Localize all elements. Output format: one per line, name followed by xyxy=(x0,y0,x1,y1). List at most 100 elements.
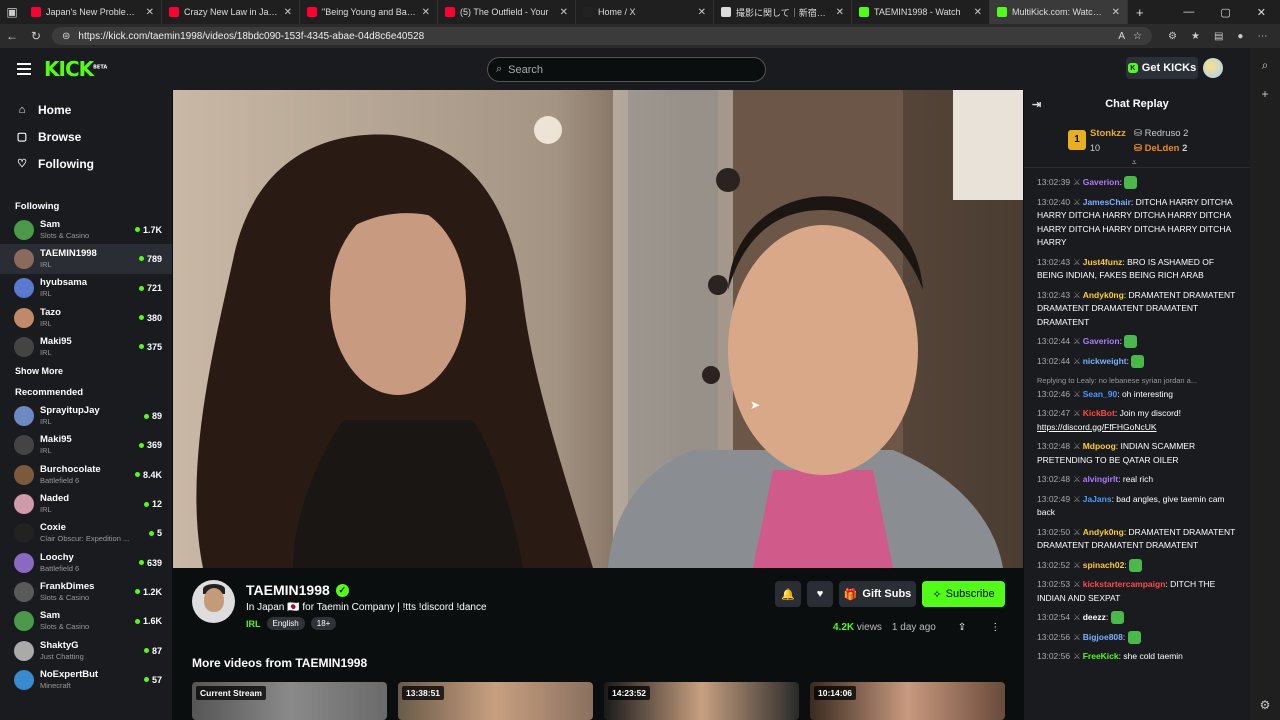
browser-tab[interactable]: MultiKick.com: Watch Mult ✕ xyxy=(990,0,1128,24)
menu-icon[interactable] xyxy=(17,63,31,75)
minimize-icon[interactable]: — xyxy=(1183,6,1194,19)
get-kicks-button[interactable]: K Get KICKs xyxy=(1126,57,1198,79)
chat-username[interactable]: Mdpoog xyxy=(1083,441,1116,451)
video-thumbnail[interactable]: 14:23:52 xyxy=(604,682,799,720)
chat-username[interactable]: FreeKick xyxy=(1083,651,1119,661)
browser-tab[interactable]: Crazy New Law in Japan to ✕ xyxy=(162,0,300,24)
sidebar-channel[interactable]: Naded IRL 12 xyxy=(0,489,172,518)
chat-username[interactable]: Gaverion xyxy=(1083,177,1120,187)
add-sidebar-icon[interactable]: + xyxy=(1261,87,1268,101)
sidebar-channel[interactable]: Loochy Battlefield 6 639 xyxy=(0,548,172,577)
close-tab-icon[interactable]: ✕ xyxy=(836,7,844,18)
back-icon[interactable]: ← xyxy=(0,29,24,43)
sidebar-channel[interactable]: hyubsama IRL 721 xyxy=(0,274,172,303)
reload-icon[interactable]: ↻ xyxy=(24,29,48,43)
chat-username[interactable]: Gaverion xyxy=(1083,336,1120,346)
video-thumbnail[interactable]: 13:38:51 xyxy=(398,682,593,720)
chat-username[interactable]: Andyk0ng xyxy=(1083,527,1124,537)
subscribe-button[interactable]: ✧ Subscribe xyxy=(922,581,1005,607)
browser-tab[interactable]: 撮影に関して｜新宿ゴールデン ✕ xyxy=(714,0,852,24)
chat-username[interactable]: Andyk0ng xyxy=(1083,290,1124,300)
chat-username[interactable]: Sean_90 xyxy=(1083,389,1118,399)
sidebar-channel[interactable]: SprayitupJay IRL 89 xyxy=(0,401,172,430)
sidebar-channel[interactable]: FrankDimes Slots & Casino 1.2K xyxy=(0,577,172,606)
sidebar-channel[interactable]: NoExpertBut Minecraft 57 xyxy=(0,665,172,694)
runner-up-name[interactable]: Redruso xyxy=(1145,128,1181,139)
category-link[interactable]: IRL xyxy=(246,619,261,629)
new-tab-button[interactable]: + xyxy=(1128,5,1152,20)
streamer-avatar[interactable] xyxy=(192,580,235,623)
chat-username[interactable]: nickweight xyxy=(1083,356,1127,366)
sidebar-channel[interactable]: ShaktyG Just Chatting 87 xyxy=(0,636,172,665)
close-tab-icon[interactable]: ✕ xyxy=(698,7,706,18)
video-player[interactable]: ➤ xyxy=(173,90,1023,568)
chat-username[interactable]: deezz xyxy=(1083,612,1106,622)
close-window-icon[interactable]: ✕ xyxy=(1257,6,1266,19)
chat-username[interactable]: KickBot xyxy=(1083,408,1115,418)
favorite-star-icon[interactable]: ☆ xyxy=(1133,31,1142,42)
close-tab-icon[interactable]: ✕ xyxy=(560,7,568,18)
tab-actions-icon[interactable]: ▣ xyxy=(0,5,24,19)
settings-icon[interactable]: ⚙ xyxy=(1260,698,1271,712)
sidebar-channel[interactable]: Sam Slots & Casino 1.6K xyxy=(0,607,172,636)
nav-item-home[interactable]: ⌂ Home xyxy=(0,96,172,123)
chat-username[interactable]: Bigjoe808 xyxy=(1083,632,1123,642)
video-thumbnail[interactable]: 10:14:06 xyxy=(810,682,1005,720)
read-aloud-icon[interactable]: A xyxy=(1118,31,1125,42)
search-input[interactable]: ⌕ Search xyxy=(487,57,766,82)
sidebar-channel[interactable]: Maki95 IRL 369 xyxy=(0,431,172,460)
kick-logo[interactable]: KICKBETA xyxy=(44,57,107,81)
browser-tab[interactable]: TAEMIN1998 - Watch ✕ xyxy=(852,0,990,24)
chat-username[interactable]: kickstartercampaign xyxy=(1083,579,1166,589)
video-thumbnail[interactable]: Current Stream xyxy=(192,682,387,720)
close-tab-icon[interactable]: ✕ xyxy=(284,7,292,18)
close-tab-icon[interactable]: ✕ xyxy=(146,7,154,18)
maximize-icon[interactable]: ▢ xyxy=(1220,6,1230,19)
browser-tab[interactable]: Japan's New Problem: Zom ✕ xyxy=(24,0,162,24)
collections-icon[interactable]: ▤ xyxy=(1214,31,1223,42)
close-tab-icon[interactable]: ✕ xyxy=(1112,7,1120,18)
sidebar-channel[interactable]: TAEMIN1998 IRL 789 xyxy=(0,244,172,274)
chat-username[interactable]: JamesChair xyxy=(1083,197,1131,207)
browser-tab[interactable]: "Being Young and Based in ✕ xyxy=(300,0,438,24)
discord-link[interactable]: https://discord.gg/FfFHGoNcUK xyxy=(1037,422,1157,432)
profile-icon[interactable]: ● xyxy=(1237,31,1243,42)
close-tab-icon[interactable]: ✕ xyxy=(974,7,982,18)
nav-item-browse[interactable]: ▢ Browse xyxy=(0,123,172,150)
url-field[interactable]: ⊜ https://kick.com/taemin1998/videos/18b… xyxy=(52,27,1152,45)
browser-tab[interactable]: Home / X ✕ xyxy=(576,0,714,24)
sidebar-channel[interactable]: Burchocolate Battlefield 6 8.4K xyxy=(0,460,172,489)
sidebar-channel[interactable]: Coxie Clair Obscur: Expedition ... 5 xyxy=(0,519,172,548)
show-more-button[interactable]: Show More xyxy=(0,361,172,381)
favorites-icon[interactable]: ★ xyxy=(1191,31,1200,42)
sidebar-channel[interactable]: Maki95 IRL 375 xyxy=(0,332,172,361)
streamer-name[interactable]: TAEMIN1998 xyxy=(246,582,330,598)
close-tab-icon[interactable]: ✕ xyxy=(422,7,430,18)
gift-subs-button[interactable]: 🎁 Gift Subs xyxy=(839,581,916,607)
browser-tab[interactable]: (5) The Outfield - Your ✕ xyxy=(438,0,576,24)
emote-icon xyxy=(1131,354,1145,368)
message-time: 13:02:43 xyxy=(1037,256,1071,267)
chat-username[interactable]: Just4funz xyxy=(1083,257,1123,267)
third-name[interactable]: DeLden xyxy=(1145,143,1180,154)
search-sidebar-icon[interactable]: ⌕ xyxy=(1262,58,1269,73)
kebab-menu-icon[interactable]: ⋮ xyxy=(990,622,1000,633)
user-avatar[interactable] xyxy=(1203,58,1223,78)
chat-username[interactable]: alvingirlt xyxy=(1083,474,1118,484)
notification-bell-icon[interactable]: 🔔 xyxy=(775,581,801,607)
sidebar-channel[interactable]: Sam Slots & Casino 1.7K xyxy=(0,215,172,244)
chat-username[interactable]: spinach02 xyxy=(1083,560,1125,570)
more-icon[interactable]: ⋯ xyxy=(1257,31,1267,42)
nav-item-following[interactable]: ♡ Following xyxy=(0,150,172,177)
extensions-icon[interactable]: ⚙ xyxy=(1168,31,1177,42)
chat-username[interactable]: JaJans xyxy=(1083,494,1112,504)
leader-name[interactable]: Stonkzz xyxy=(1090,128,1126,139)
expand-leaderboard-icon[interactable]: ⩡ xyxy=(1132,158,1137,168)
tag-mature[interactable]: 18+ xyxy=(310,617,337,630)
site-info-icon[interactable]: ⊜ xyxy=(62,31,70,42)
share-icon[interactable]: ⇪ xyxy=(958,622,966,633)
collapse-chat-icon[interactable]: ⇥ xyxy=(1032,98,1041,111)
sidebar-channel[interactable]: Tazo IRL 380 xyxy=(0,303,172,332)
tag-language[interactable]: English xyxy=(266,617,305,630)
follow-heart-icon[interactable]: ♥ xyxy=(807,581,833,607)
